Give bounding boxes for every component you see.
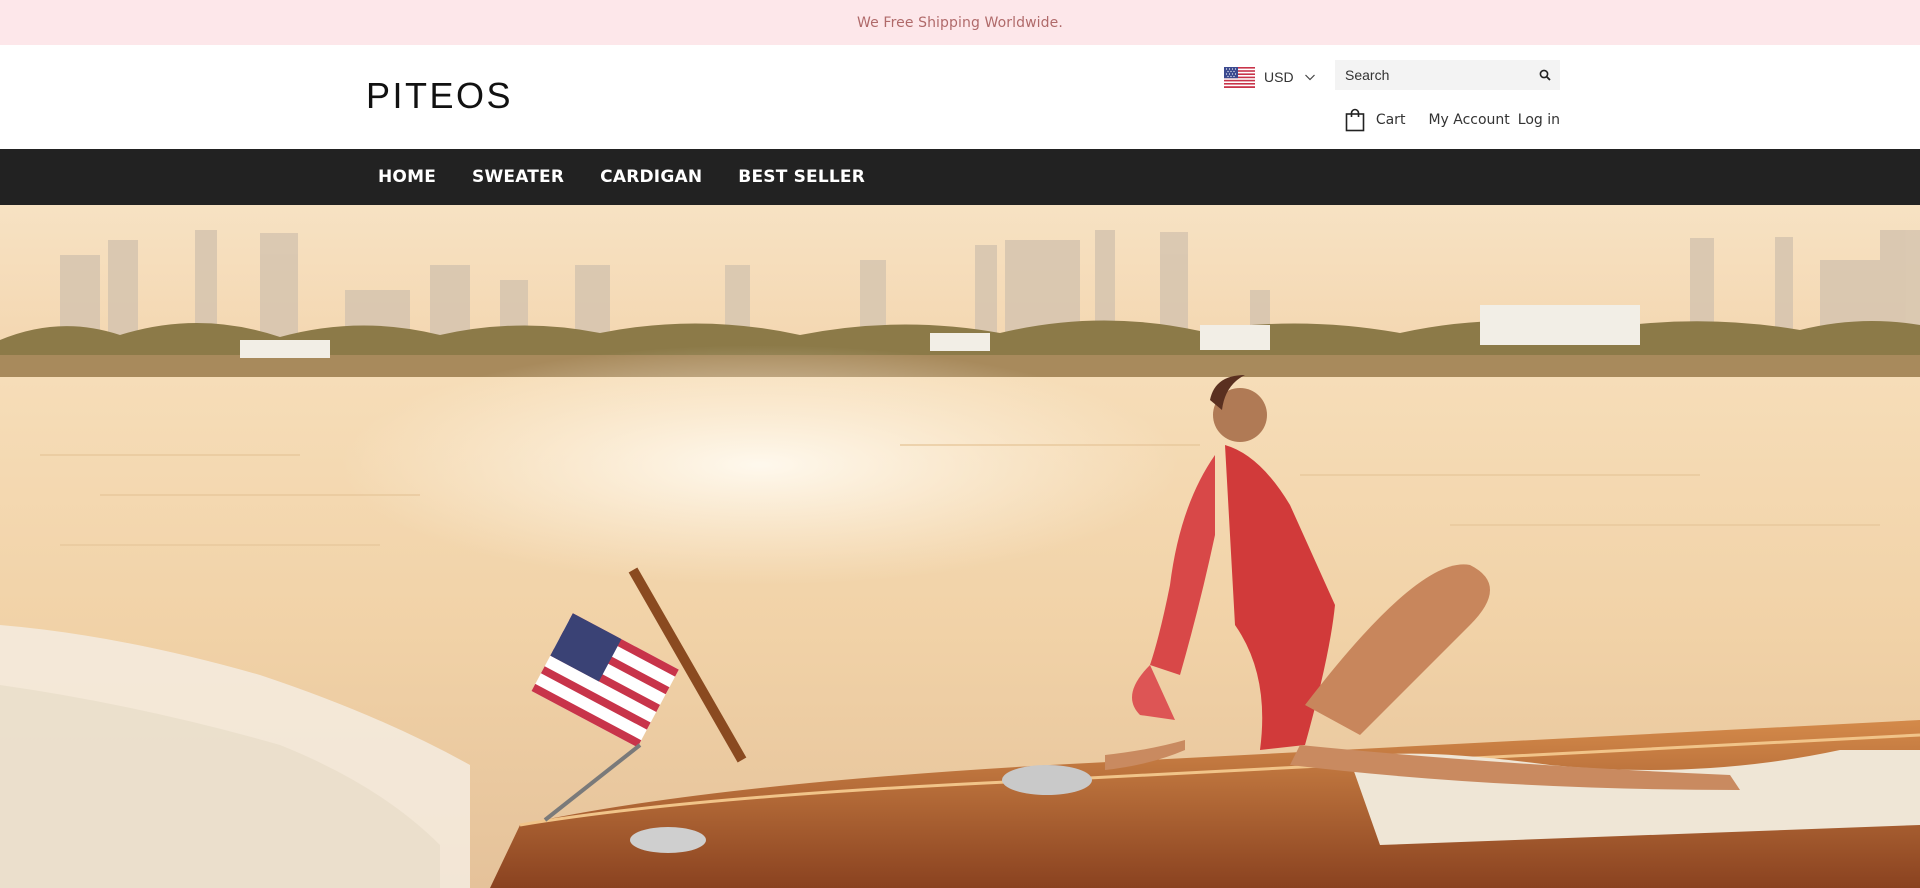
nav-item-cardigan[interactable]: CARDIGAN [600,167,702,187]
nav-item-best-seller[interactable]: BEST SELLER [738,167,865,187]
shopping-bag-icon [1345,108,1365,132]
main-nav: HOME SWEATER CARDIGAN BEST SELLER [0,149,1920,205]
nav-item-home[interactable]: HOME [378,167,436,187]
currency-code: USD [1264,69,1294,85]
my-account-link[interactable]: My Account [1428,112,1509,128]
hero-image [0,205,1920,888]
us-flag-icon [1224,66,1255,88]
announcement-bar: We Free Shipping Worldwide. [0,0,1920,45]
nav-item-sweater[interactable]: SWEATER [472,167,564,187]
announcement-text: We Free Shipping Worldwide. [857,14,1063,31]
site-header: PITEOS USD Search Cart My Account Log in [0,45,1920,149]
search-box [1335,60,1560,90]
cart-label: Cart [1375,112,1406,128]
cart-link[interactable]: Cart [1345,108,1406,132]
hero-banner[interactable] [0,205,1920,888]
login-link[interactable]: Log in [1518,112,1560,128]
brand-logo[interactable]: PITEOS [366,75,513,117]
search-icon[interactable] [1530,60,1560,90]
search-input[interactable] [1335,60,1530,90]
chevron-down-icon [1304,74,1315,81]
currency-selector[interactable]: USD [1224,65,1316,89]
header-links: Cart My Account Log in [1345,107,1560,133]
